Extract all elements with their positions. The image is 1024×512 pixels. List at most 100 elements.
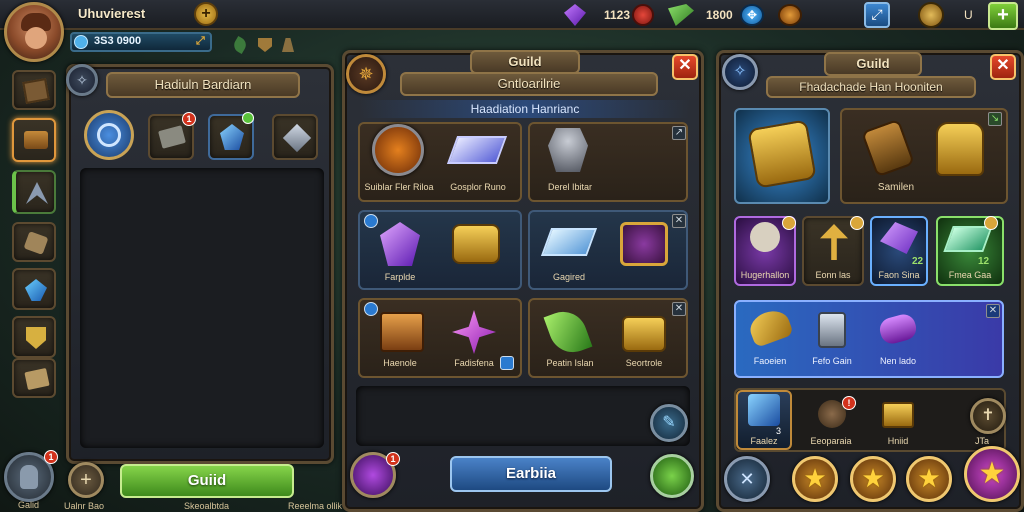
sidebar-item-wing[interactable]	[12, 170, 56, 214]
guild-emblem-icon	[372, 124, 424, 176]
sidebar-item-shield[interactable]	[12, 316, 56, 358]
center-item-label-10: Peatin Islan	[546, 358, 594, 368]
crystal-bar-icon	[446, 136, 508, 164]
gold-block-icon	[622, 316, 666, 352]
right-tools-button[interactable]: ✕	[724, 456, 770, 502]
gold-armor-icon	[747, 119, 817, 189]
left-bottom-label-3: Reeelma ollik	[288, 501, 343, 511]
player-name: Uhuvierest	[78, 6, 146, 21]
right-title: Guild	[824, 52, 922, 76]
right-featured-corner[interactable]: ↘	[988, 112, 1002, 126]
center-card-5-badge	[364, 302, 378, 316]
shield-icon	[258, 38, 272, 52]
earbiia-button-label: Earbiia	[505, 465, 557, 482]
right-featured-label: Samilen	[877, 182, 915, 193]
golden-chest-icon	[882, 402, 914, 428]
center-item-label-3: Derel Ibitar	[547, 182, 592, 192]
wing-icon	[26, 182, 48, 204]
right-row4-cross-button[interactable]: ✝	[970, 398, 1006, 434]
right-row2-label-3: Faon Sina	[878, 270, 920, 280]
right-row3-corner[interactable]: ✕	[986, 304, 1000, 318]
scroll-icon[interactable]	[918, 2, 944, 28]
add-purple-button[interactable]	[632, 4, 654, 26]
center-close-button[interactable]: ✕	[672, 54, 698, 80]
center-leaf-button[interactable]	[650, 454, 694, 498]
center-item-label-11: Seortrole	[625, 358, 663, 368]
gold-shield-icon	[26, 327, 46, 349]
right-row4-label-1: Faalez	[750, 436, 778, 446]
right-star-button-featured[interactable]: ★	[964, 446, 1020, 502]
right-row3-label-3: Nen lado	[879, 356, 917, 366]
right-featured-card[interactable]	[734, 108, 830, 204]
add-gold-button[interactable]: +	[194, 2, 218, 26]
crystal-icon	[25, 279, 47, 301]
center-card-4-corner[interactable]: ✕	[672, 214, 686, 228]
right-row2-badge-1	[782, 216, 796, 230]
left-item-slot-4[interactable]	[272, 114, 318, 160]
right-star-button-1[interactable]: ★	[792, 456, 838, 502]
anvil-icon	[158, 125, 186, 149]
gold-bar: 3S3 0900 ⤢	[70, 32, 212, 52]
center-item-label-1: Suiblar Fler Riloa	[364, 182, 434, 192]
add-green-button[interactable]: ✥	[740, 4, 764, 26]
right-row4-count-1: 3	[776, 426, 782, 436]
robot-icon	[548, 128, 588, 172]
sapphire-icon	[220, 124, 244, 150]
sidebar-item-map[interactable]	[12, 358, 56, 398]
scroll-item-icon	[23, 231, 49, 255]
crate-icon	[22, 78, 50, 104]
center-content-area	[356, 386, 690, 446]
orange-orb-button[interactable]	[778, 4, 802, 26]
player-avatar[interactable]	[4, 2, 64, 62]
sidebar-item-scroll[interactable]	[12, 222, 56, 262]
earbiia-button[interactable]: Earbiia	[450, 456, 612, 492]
sidebar-item-crate[interactable]	[12, 70, 56, 110]
right-star-button-3[interactable]: ★	[906, 456, 952, 502]
sidebar-item-crystal[interactable]	[12, 268, 56, 310]
sidebar-item-chest[interactable]	[12, 118, 56, 162]
leaf-icon	[231, 35, 249, 55]
star-icon: ★	[861, 463, 885, 493]
right-star-button-2[interactable]: ★	[850, 456, 896, 502]
center-card-6-corner[interactable]: ✕	[672, 302, 686, 316]
gold-add-icon[interactable]: ⤢	[196, 35, 208, 49]
guild-avatar-badge: 1	[44, 450, 58, 464]
gold-coin-icon	[74, 35, 88, 49]
center-item-label-8: Haenole	[383, 358, 417, 368]
sapphire-cube-icon	[748, 394, 780, 426]
left-item-slot-1[interactable]	[84, 110, 134, 160]
right-row2-label-4: Fmea Gaa	[948, 270, 992, 280]
left-add-button[interactable]: +	[68, 462, 104, 498]
wing-crest-button[interactable]: ✧	[66, 64, 98, 96]
scroll-value: U	[964, 8, 973, 22]
right-banner: Fhadachade Han Hooniten	[766, 76, 976, 98]
expand-button[interactable]: ⤢	[864, 2, 890, 28]
center-item-label-4: Farplde	[384, 272, 416, 282]
skull-icon	[750, 222, 780, 252]
right-row4-label-4: JTa	[974, 436, 989, 446]
right-row2-badge-4	[984, 216, 998, 230]
center-side-tool-button[interactable]: ✎	[650, 404, 688, 442]
center-title: Guild	[470, 50, 580, 74]
star-icon: ★	[917, 463, 941, 493]
center-magic-badge: 1	[386, 452, 400, 466]
sword-icon	[282, 38, 294, 52]
left-bottom-label-1: Ualnr Bao	[64, 501, 105, 511]
right-row4-badge-2: !	[842, 396, 856, 410]
left-item-badge: 1	[182, 112, 196, 126]
treasure-box-icon	[380, 312, 424, 352]
cube-icon	[282, 123, 312, 153]
center-card-3-badge	[364, 214, 378, 228]
guild-button[interactable]: Guiid	[120, 464, 294, 498]
center-card-5-info	[500, 356, 514, 370]
left-content-area	[80, 168, 324, 448]
center-card-2-corner[interactable]: ↗	[672, 126, 686, 140]
center-item-label-2: Gosplor Runo	[450, 182, 506, 192]
star-icon: ★	[803, 463, 827, 493]
left-banner: Hadiuln Bardiarn	[106, 72, 300, 98]
purple-gem-value: 1123	[604, 8, 631, 22]
center-item-label-9: Fadisfena	[454, 358, 494, 368]
right-row3-label-2: Fefo Gain	[812, 356, 852, 366]
right-close-button[interactable]: ✕	[990, 54, 1016, 80]
add-button[interactable]: +	[988, 2, 1018, 30]
